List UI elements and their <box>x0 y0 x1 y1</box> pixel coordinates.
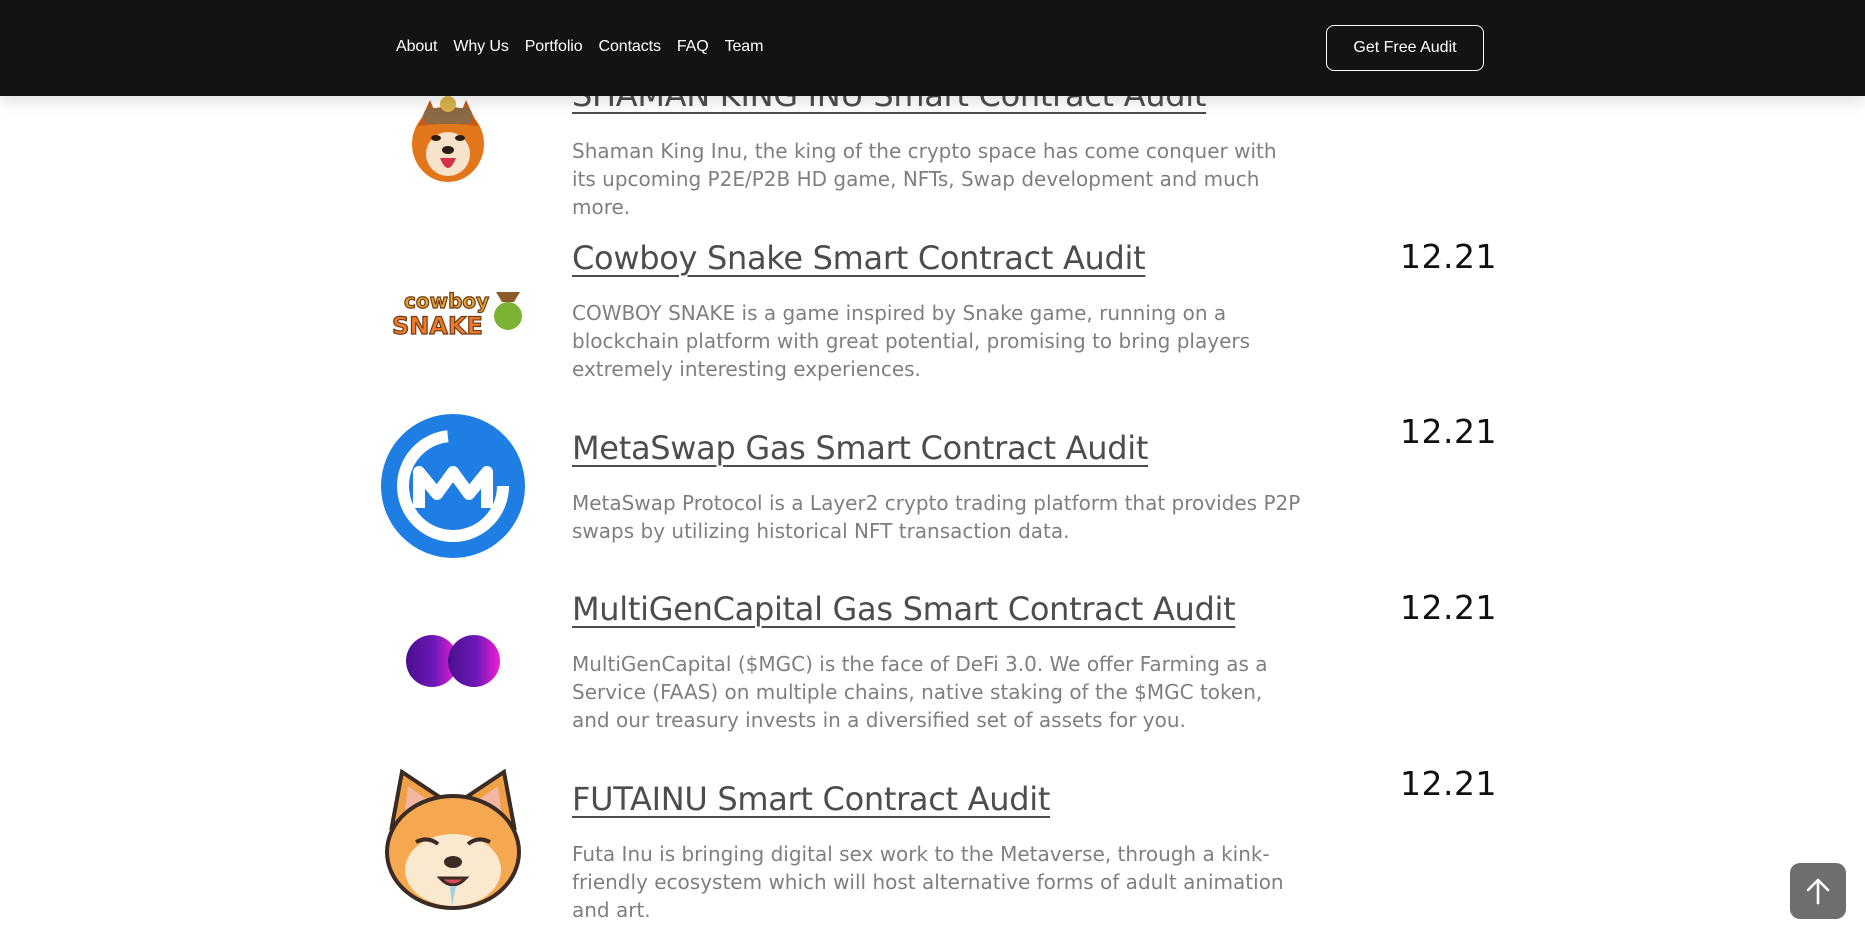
audit-description: Shaman King Inu, the king of the crypto … <box>572 139 1277 219</box>
nav-team[interactable]: Team <box>725 38 764 56</box>
audit-title[interactable]: MetaSwap Gas Smart Contract Audit <box>572 429 1148 467</box>
audit-title[interactable]: MultiGenCapital Gas Smart Contract Audit <box>572 590 1236 628</box>
audit-description: Futa Inu is bringing digital sex work to… <box>572 842 1284 922</box>
audit-date: 12.21 <box>1400 412 1497 451</box>
audit-description: COWBOY SNAKE is a game inspired by Snake… <box>572 301 1251 381</box>
nav-about[interactable]: About <box>396 38 437 56</box>
audit-date: 12.21 <box>1400 237 1497 276</box>
get-free-audit-button[interactable]: Get Free Audit <box>1326 25 1484 71</box>
logo-text-bottom: SNAKE <box>392 312 483 340</box>
audit-date: 12.21 <box>1400 588 1497 627</box>
back-to-top-button[interactable] <box>1790 863 1846 919</box>
arrow-up-icon <box>1806 878 1830 905</box>
infinity-logo-icon <box>406 635 500 687</box>
logo-text-top: cowboy <box>404 289 489 313</box>
shiba-face-icon <box>385 768 521 910</box>
audit-description: MultiGenCapital ($MGC) is the face of De… <box>572 652 1268 732</box>
shiba-warrior-icon <box>412 96 484 182</box>
audit-title[interactable]: Cowboy Snake Smart Contract Audit <box>572 239 1146 277</box>
metaswap-logo-icon <box>381 414 525 558</box>
nav-contacts[interactable]: Contacts <box>599 38 661 56</box>
nav-portfolio[interactable]: Portfolio <box>525 38 583 56</box>
cowboy-snake-logo-icon: cowboy SNAKE <box>391 288 522 341</box>
audit-title[interactable]: FUTAINU Smart Contract Audit <box>572 780 1050 818</box>
audit-date: 12.21 <box>1400 764 1497 803</box>
nav-why-us[interactable]: Why Us <box>453 38 509 56</box>
main-nav: About Why Us Portfolio Contacts FAQ Team <box>396 38 763 56</box>
nav-faq[interactable]: FAQ <box>677 38 709 56</box>
audit-description: MetaSwap Protocol is a Layer2 crypto tra… <box>572 491 1301 543</box>
site-header: About Why Us Portfolio Contacts FAQ Team… <box>0 0 1865 96</box>
